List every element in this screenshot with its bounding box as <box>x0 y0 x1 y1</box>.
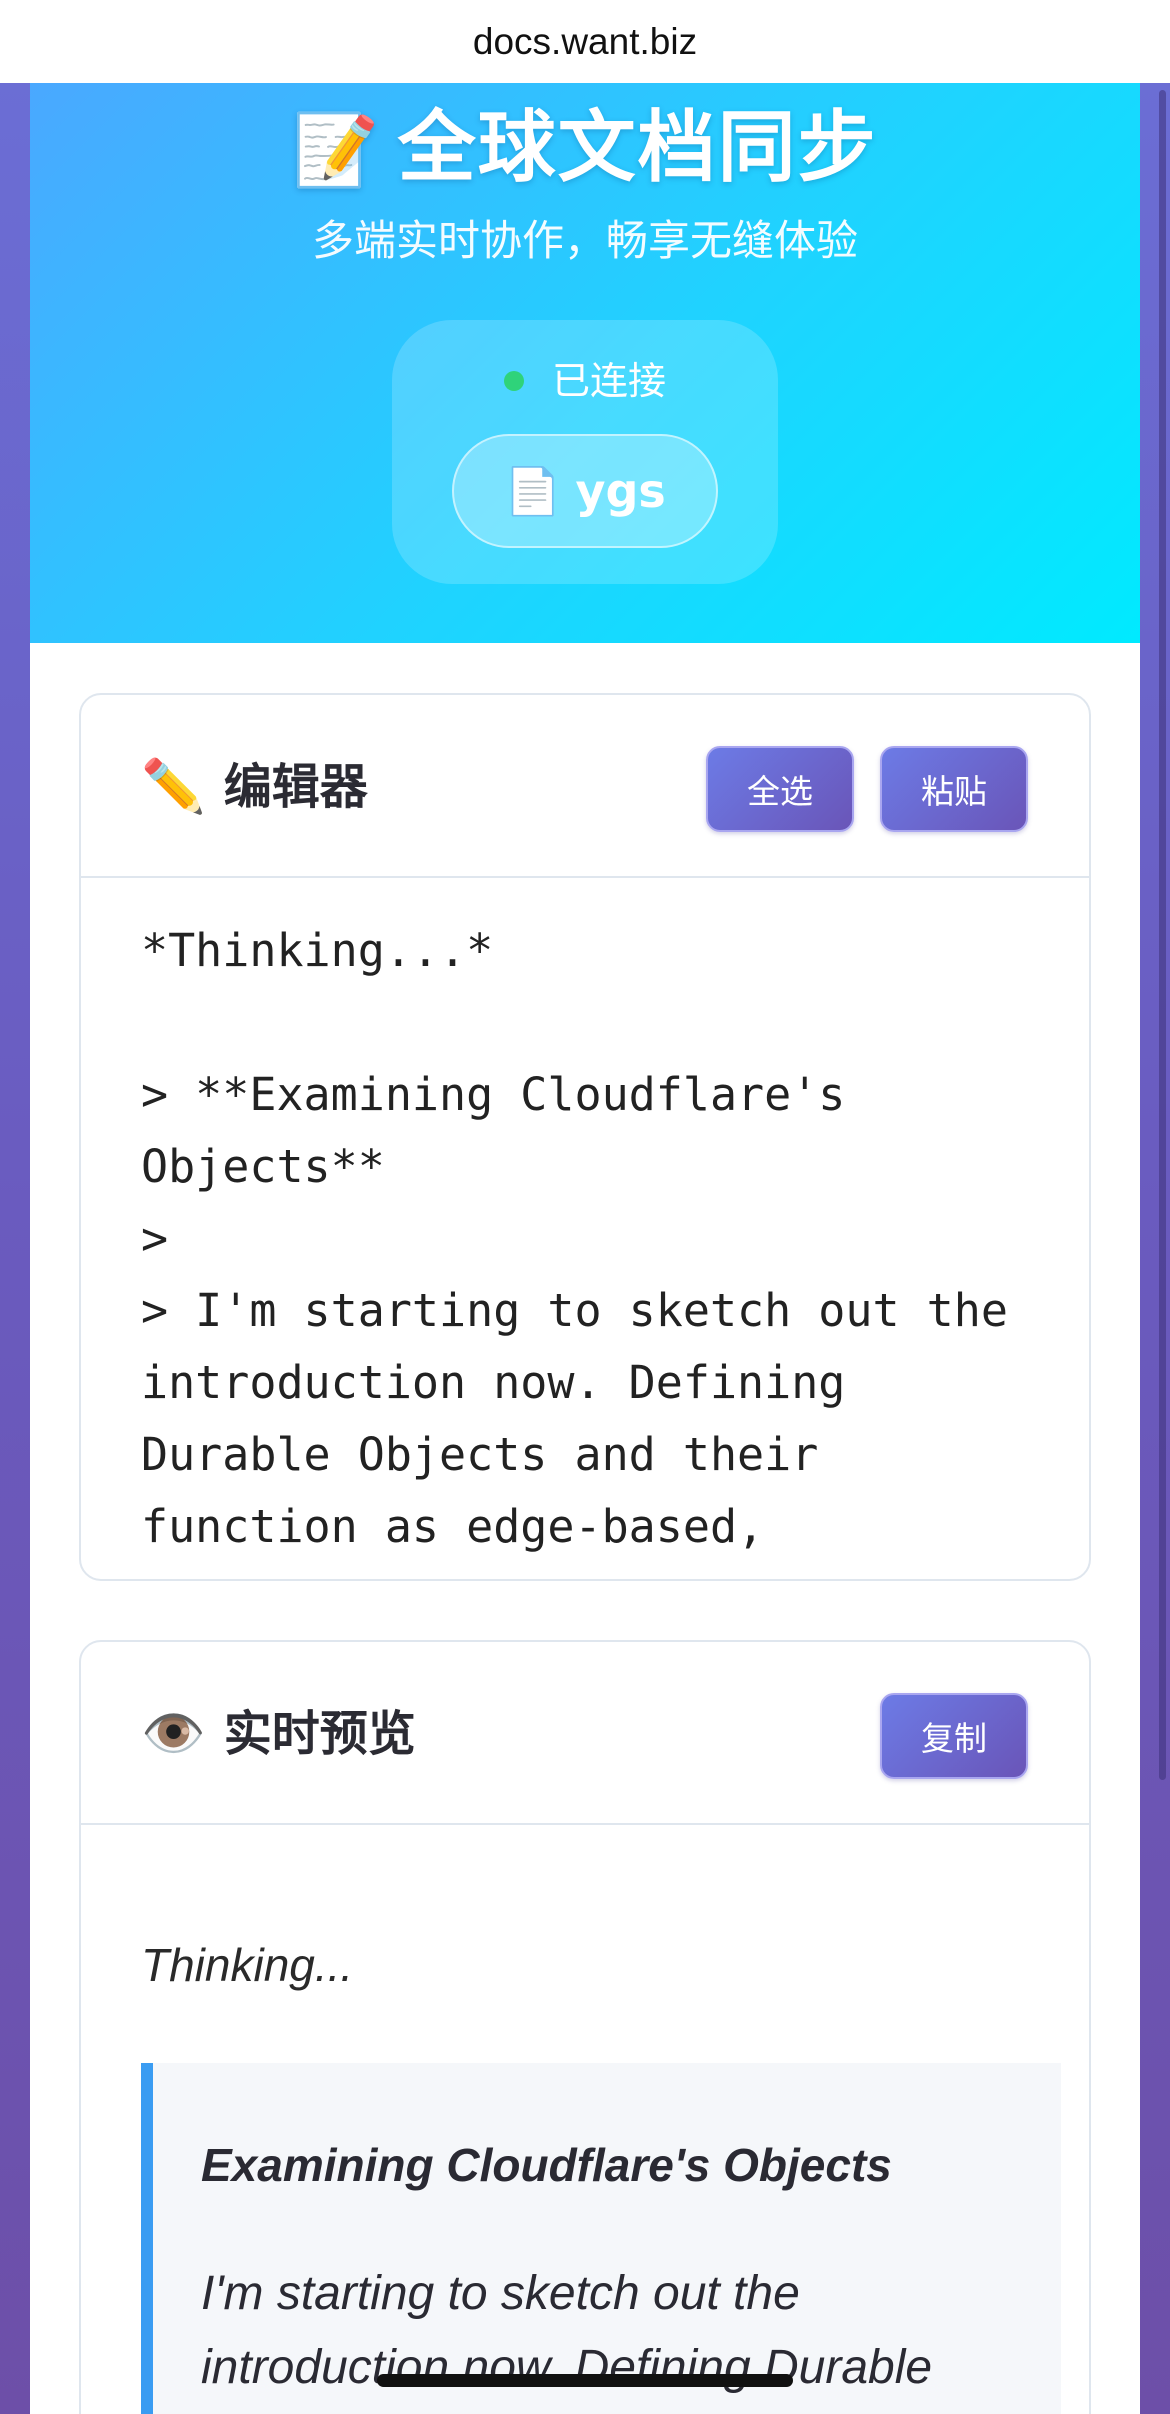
connection-status-box: 已连接 📄 ygs <box>392 320 778 584</box>
editor-panel: ✏️ 编辑器 全选 粘贴 *Thinking...* > **Examining… <box>79 693 1091 1581</box>
preview-header: 👁️ 实时预览 复制 <box>81 1642 1089 1825</box>
editor-textarea[interactable]: *Thinking...* > **Examining Cloudflare's… <box>141 915 1061 1563</box>
blockquote-heading: Examining Cloudflare's Objects <box>201 2139 892 2191</box>
preview-thinking-text: Thinking... <box>141 1939 354 1991</box>
page-title-text: 全球文档同步 <box>397 103 878 193</box>
hero-header: 📝 全球文档同步 多端实时协作，畅享无缝体验 已连接 📄 ygs <box>30 83 1140 643</box>
app-container: 📝 全球文档同步 多端实时协作，畅享无缝体验 已连接 📄 ygs ✏️ 编辑器 全… <box>30 83 1140 2414</box>
copy-button[interactable]: 复制 <box>880 1693 1028 1779</box>
editor-header: ✏️ 编辑器 全选 粘贴 <box>81 695 1089 878</box>
page-icon: 📄 <box>504 463 562 518</box>
connection-status: 已连接 <box>392 356 778 406</box>
eye-icon: 👁️ <box>141 1704 206 1764</box>
document-name: ygs <box>575 464 666 518</box>
editor-title: ✏️ 编辑器 <box>141 757 368 817</box>
page-subtitle: 多端实时协作，畅享无缝体验 <box>311 216 858 265</box>
address-bar[interactable]: docs.want.biz <box>0 0 1170 83</box>
preview-blockquote: Examining Cloudflare's Objects I'm start… <box>141 2063 1061 2414</box>
home-indicator <box>377 2374 793 2387</box>
page-title: 📝 全球文档同步 <box>30 93 1140 205</box>
editor-title-text: 编辑器 <box>223 759 368 815</box>
pencil-icon: ✏️ <box>141 757 206 817</box>
page-scrollbar[interactable] <box>1159 90 1166 1780</box>
memo-icon: 📝 <box>292 109 382 191</box>
status-text: 已连接 <box>551 359 666 403</box>
status-dot-icon <box>503 371 524 391</box>
preview-title: 👁️ 实时预览 <box>141 1704 416 1764</box>
document-name-badge[interactable]: 📄 ygs <box>452 434 718 548</box>
url-text: docs.want.biz <box>472 20 698 62</box>
preview-panel: 👁️ 实时预览 复制 Thinking... Examining Cloudfl… <box>79 1640 1091 2414</box>
paste-button[interactable]: 粘贴 <box>880 746 1028 832</box>
preview-title-text: 实时预览 <box>223 1706 416 1762</box>
select-all-button[interactable]: 全选 <box>706 746 854 832</box>
